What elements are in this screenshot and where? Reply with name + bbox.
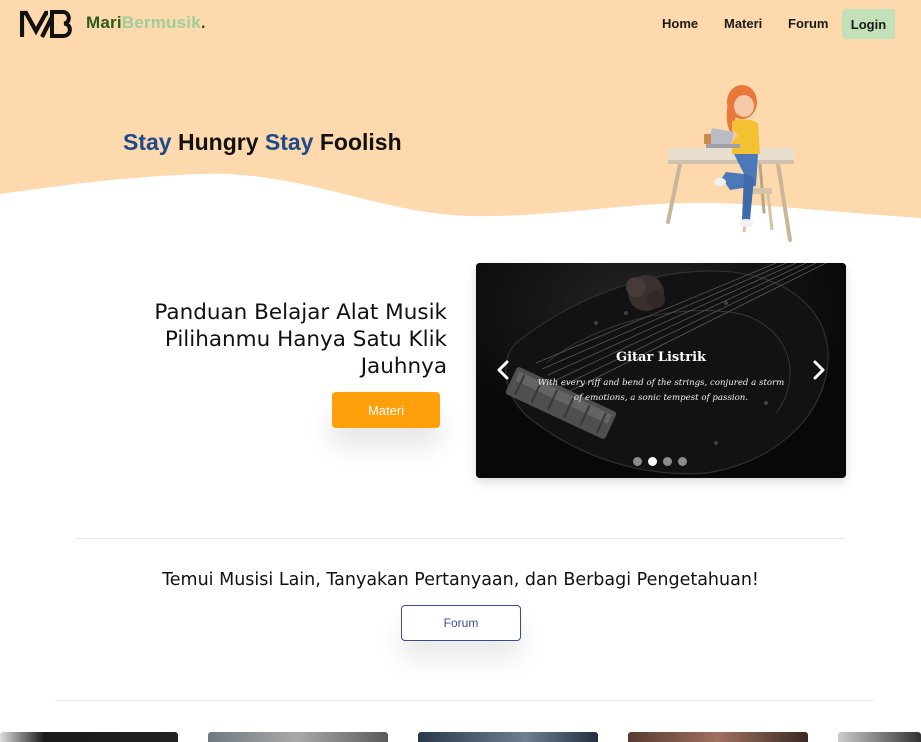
guide-title-line-1: Panduan Belajar Alat Musik [154, 300, 447, 325]
forum-invite-text: Temui Musisi Lain, Tanyakan Pertanyaan, … [162, 570, 759, 590]
slide-caption-line-2: of emotions, a sonic tempest of passion. [573, 393, 749, 403]
section-divider-bottom [55, 700, 875, 701]
thumbnail-card[interactable] [628, 732, 808, 742]
thumbnail-card[interactable] [208, 732, 388, 742]
carousel-indicator-4[interactable] [678, 457, 687, 466]
tagline-word-3: Stay [264, 129, 314, 155]
forum-button[interactable]: Forum [401, 605, 521, 641]
slide-caption: With every riff and bend of the strings,… [531, 376, 791, 406]
tagline-word-1: Stay [123, 129, 172, 155]
section-divider [77, 538, 845, 539]
brand-name-part1: Mari [86, 13, 122, 32]
carousel-indicators [633, 457, 687, 466]
electric-guitar-slide-image [476, 263, 846, 478]
thumbnail-card[interactable] [0, 732, 178, 742]
chevron-left-icon[interactable] [494, 359, 514, 381]
materi-button[interactable]: Materi [332, 392, 440, 428]
girl-laptop-desk-illustration [666, 85, 794, 242]
thumbnail-card[interactable] [838, 732, 921, 742]
nav-materi-link[interactable]: Materi [724, 16, 762, 31]
hero-tagline: Stay Hungry Stay Foolish [123, 129, 402, 156]
tagline-word-2: Hungry [177, 129, 259, 155]
guide-title: Panduan Belajar Alat Musik Pilihanmu Han… [110, 299, 447, 380]
navbar: MariBermusik. Home Materi Forum Login [0, 0, 921, 48]
carousel-indicator-2[interactable] [648, 457, 657, 466]
login-button[interactable]: Login [842, 9, 895, 39]
nav-home-link[interactable]: Home [662, 16, 698, 31]
slide-caption-line-1: With every riff and bend of the strings,… [537, 378, 785, 388]
chevron-right-icon[interactable] [808, 359, 828, 381]
slide-title: Gitar Listrik [615, 350, 707, 365]
carousel-indicator-3[interactable] [663, 457, 672, 466]
guide-title-line-2: Pilihanmu Hanya Satu Klik [164, 327, 447, 352]
brand-name[interactable]: MariBermusik. [86, 13, 206, 33]
carousel-indicator-1[interactable] [633, 457, 642, 466]
brand-name-part3: . [200, 13, 206, 32]
tagline-word-4: Foolish [319, 129, 402, 155]
thumbnail-card[interactable] [418, 732, 598, 742]
nav-forum-link[interactable]: Forum [788, 16, 828, 31]
brand-name-part2: Bermusik [121, 13, 201, 32]
guide-title-line-3: Jauhnya [360, 354, 447, 379]
instrument-carousel[interactable]: Gitar Listrik With every riff and bend o… [476, 263, 846, 478]
mb-logo-icon[interactable] [20, 9, 74, 39]
